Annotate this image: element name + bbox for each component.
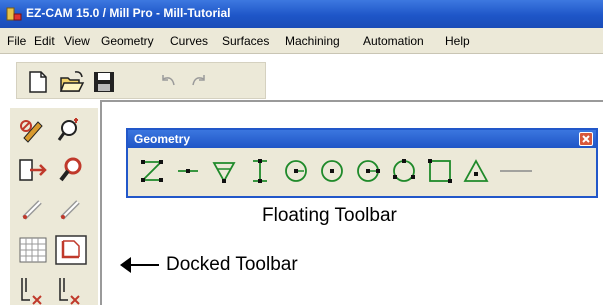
tool-path-alt-icon[interactable] <box>54 274 88 306</box>
title-bar: EZ-CAM 15.0 / Mill Pro - Mill-Tutorial <box>0 0 603 28</box>
zigzag-line-icon[interactable] <box>136 156 168 186</box>
i-beam-line-icon[interactable] <box>244 156 276 186</box>
triangle-icon[interactable] <box>460 156 492 186</box>
magnifier-icon[interactable] <box>54 154 88 186</box>
docked-toolbar <box>10 108 98 305</box>
grid-icon[interactable] <box>16 234 50 266</box>
undo-icon[interactable] <box>156 70 182 94</box>
zoom-window-icon[interactable] <box>54 114 88 146</box>
arrow-extend-icon[interactable] <box>16 154 50 186</box>
long-line-icon[interactable] <box>496 156 536 186</box>
rectangle-corner-icon[interactable] <box>54 234 88 266</box>
redo-icon[interactable] <box>185 70 211 94</box>
close-icon[interactable] <box>579 132 593 146</box>
circle-dot-arrow-icon[interactable] <box>352 156 384 186</box>
chain-link-alt-icon[interactable] <box>54 194 88 226</box>
horizontal-line-icon[interactable] <box>172 156 204 186</box>
rectangle-icon[interactable] <box>424 156 456 186</box>
circle-three-point-icon[interactable] <box>388 156 420 186</box>
pencil-icon[interactable] <box>16 114 50 146</box>
menu-view[interactable]: View <box>64 34 90 48</box>
tool-path-icon[interactable] <box>16 274 50 306</box>
circle-arrow-icon[interactable] <box>280 156 312 186</box>
save-disk-icon[interactable] <box>91 70 117 94</box>
circle-point-icon[interactable] <box>316 156 348 186</box>
app-icon <box>6 7 22 21</box>
chain-link-icon[interactable] <box>16 194 50 226</box>
floating-toolbar[interactable]: Geometry <box>126 128 598 198</box>
triangle-cut-icon[interactable] <box>208 156 240 186</box>
standard-toolbar <box>16 62 266 99</box>
menu-curves[interactable]: Curves <box>170 34 208 48</box>
open-folder-icon[interactable] <box>59 70 85 94</box>
menu-bar: File Edit View Geometry Curves Surfaces … <box>0 28 603 53</box>
menu-surfaces[interactable]: Surfaces <box>222 34 269 48</box>
menu-edit[interactable]: Edit <box>34 34 55 48</box>
new-file-icon[interactable] <box>25 70 51 94</box>
menu-separator <box>0 53 603 54</box>
docked-toolbar-caption: Docked Toolbar <box>166 254 298 275</box>
floating-toolbar-caption: Floating Toolbar <box>262 205 397 226</box>
arrow-left-icon <box>120 257 159 273</box>
menu-help[interactable]: Help <box>445 34 470 48</box>
menu-machining[interactable]: Machining <box>285 34 340 48</box>
menu-automation[interactable]: Automation <box>363 34 424 48</box>
menu-file[interactable]: File <box>7 34 26 48</box>
floating-toolbar-title: Geometry <box>134 132 191 146</box>
menu-geometry[interactable]: Geometry <box>101 34 154 48</box>
window-title: EZ-CAM 15.0 / Mill Pro - Mill-Tutorial <box>26 6 231 20</box>
floating-toolbar-titlebar[interactable]: Geometry <box>128 130 596 148</box>
